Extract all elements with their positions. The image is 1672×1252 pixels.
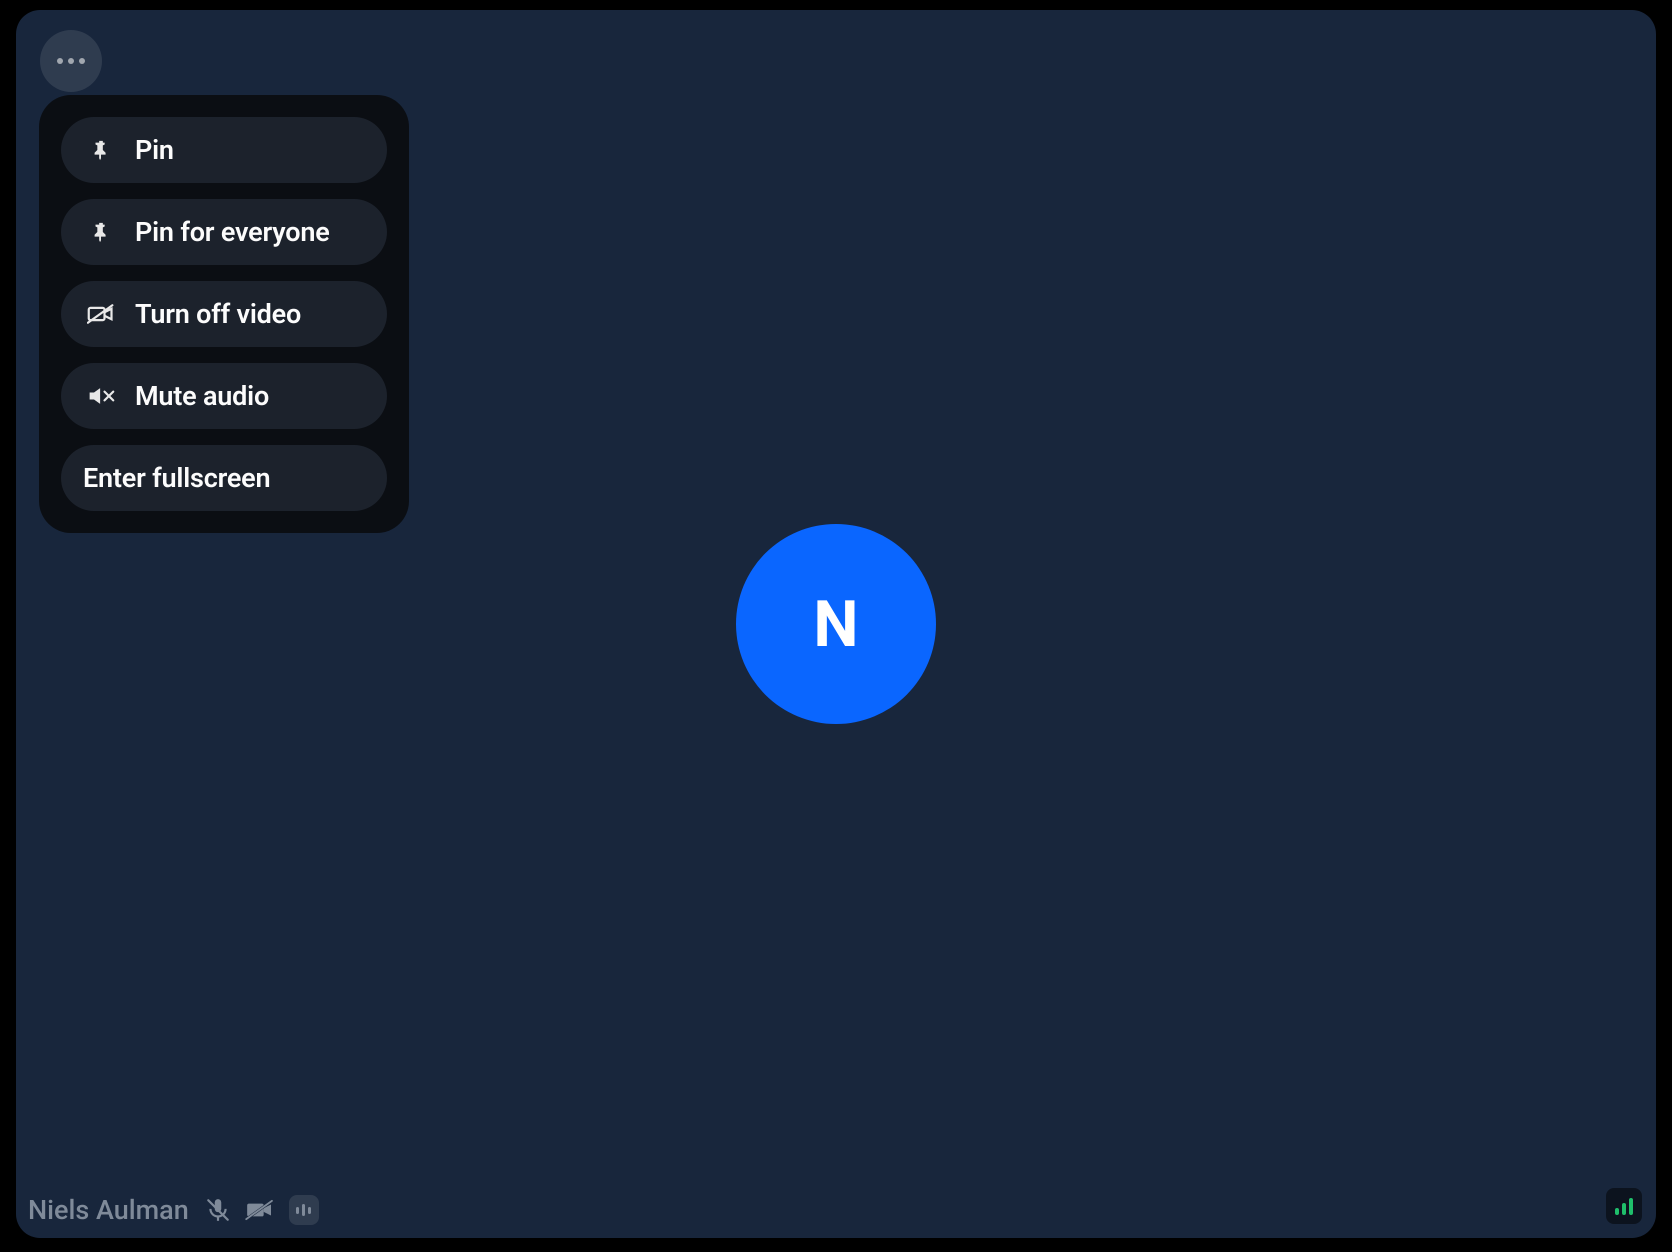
menu-item-turn-off-video[interactable]: Turn off video xyxy=(61,281,387,347)
app-stage: Pin Pin for everyone T xyxy=(0,0,1672,1252)
menu-item-pin[interactable]: Pin xyxy=(61,117,387,183)
participant-name: Niels Aulman xyxy=(28,1194,189,1226)
connection-quality-indicator[interactable] xyxy=(1606,1188,1642,1224)
more-icon xyxy=(57,58,63,64)
pin-icon xyxy=(87,137,115,163)
mute-icon xyxy=(87,384,115,408)
avatar-initial: N xyxy=(813,587,858,662)
audio-level-indicator xyxy=(289,1195,319,1225)
menu-item-label: Pin for everyone xyxy=(135,216,330,248)
menu-item-label: Turn off video xyxy=(135,298,301,330)
video-off-icon xyxy=(87,302,115,326)
participant-avatar: N xyxy=(736,524,936,724)
camera-off-icon xyxy=(245,1199,275,1221)
status-icons xyxy=(205,1195,319,1225)
menu-item-label: Mute audio xyxy=(135,380,269,412)
menu-item-label: Pin xyxy=(135,134,174,166)
context-menu: Pin Pin for everyone T xyxy=(39,95,409,533)
menu-item-label: Enter fullscreen xyxy=(83,462,270,494)
more-icon xyxy=(79,58,85,64)
more-icon xyxy=(68,58,74,64)
pin-icon xyxy=(87,219,115,245)
menu-item-mute-audio[interactable]: Mute audio xyxy=(61,363,387,429)
more-options-button[interactable] xyxy=(40,30,102,92)
mic-muted-icon xyxy=(205,1197,231,1223)
menu-item-pin-everyone[interactable]: Pin for everyone xyxy=(61,199,387,265)
video-tile[interactable]: Pin Pin for everyone T xyxy=(16,10,1656,1238)
menu-item-enter-fullscreen[interactable]: Enter fullscreen xyxy=(61,445,387,511)
participant-info-bar: Niels Aulman xyxy=(28,1194,319,1226)
